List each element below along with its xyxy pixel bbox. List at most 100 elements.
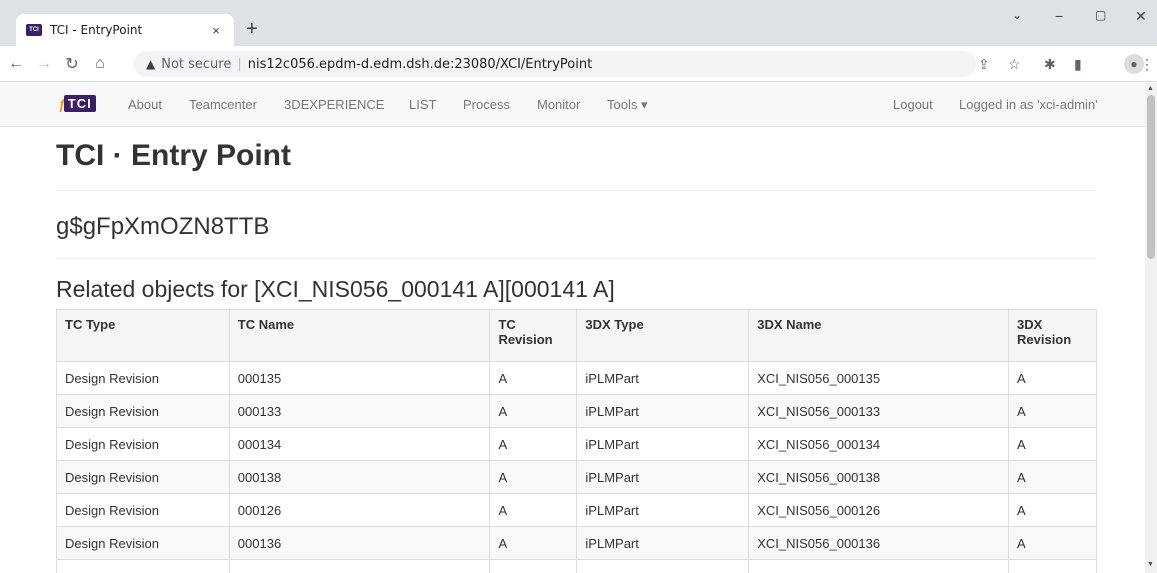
page-title-text: · Entry Point [104, 139, 291, 172]
column-header-3dx-name: 3DX Name [748, 309, 1009, 362]
table-row: Design Revision 000133 A iPLMPart XCI_NI… [56, 394, 1097, 428]
cell-3dx-name: XCI_NIS056_000133 [748, 394, 1009, 428]
cell-3dx-type: iPLMPart [576, 427, 750, 461]
reload-icon[interactable]: ↻ [60, 54, 84, 74]
cell-tc-name: 000126 [228, 493, 491, 527]
cell-3dx-name: XCI_NIS056_000135 [748, 361, 1009, 395]
profile-avatar-icon[interactable]: ● [1124, 54, 1144, 74]
browser-tabstrip: TCI TCI - EntryPoint × + ⌄ − ▢ ✕ [0, 0, 1157, 46]
minimize-button[interactable]: − [1055, 8, 1063, 24]
column-header-tc-revision: TC Revision [489, 309, 578, 362]
cell-tc-revision: A [489, 361, 578, 395]
table-row: Design Revision 000135 A iPLMPart XCI_NI… [56, 361, 1097, 395]
cell-3dx-type: iPLMPart [576, 394, 750, 428]
maximize-button[interactable]: ▢ [1095, 8, 1106, 22]
cell-tc-type: Design Revision [56, 427, 230, 461]
scroll-down-icon[interactable]: ▼ [1147, 561, 1154, 568]
tab-search-icon[interactable]: ⌄ [1012, 8, 1022, 22]
cell-tc-revision [489, 559, 578, 573]
table-row: Design Revision 000136 A iPLMPart XCI_NI… [56, 526, 1097, 560]
browser-tab[interactable]: TCI TCI - EntryPoint × [16, 14, 234, 46]
cell-3dx-revision: A [1008, 460, 1097, 494]
logged-in-user: Logged in as 'xci-admin' [959, 97, 1098, 112]
cell-tc-type [56, 559, 230, 573]
table-row [56, 559, 1097, 573]
table-row: Design Revision 000134 A iPLMPart XCI_NI… [56, 427, 1097, 461]
cell-3dx-revision [1008, 559, 1097, 573]
cell-tc-type: Design Revision [56, 361, 230, 395]
cell-3dx-type [576, 559, 750, 573]
cell-tc-type: Design Revision [56, 493, 230, 527]
close-tab-icon[interactable]: × [208, 23, 224, 38]
page-scrollbar[interactable]: ▲ ▼ [1145, 83, 1157, 573]
cell-3dx-type: iPLMPart [576, 493, 750, 527]
logout-link[interactable]: Logout [893, 97, 933, 112]
browser-toolbar: ← → ↻ ⌂ ▲ Not secure | nis12c056.epdm-d.… [0, 46, 1157, 82]
bookmark-star-icon[interactable]: ☆ [1008, 56, 1021, 73]
cell-3dx-type: iPLMPart [576, 526, 750, 560]
scroll-up-icon[interactable]: ▲ [1147, 85, 1154, 92]
home-icon[interactable]: ⌂ [88, 55, 112, 73]
column-header-tc-type: TC Type [56, 309, 230, 362]
logo-text: TCI [63, 95, 96, 112]
column-header-3dx-revision: 3DX Revision [1008, 309, 1097, 362]
nav-link-teamcenter[interactable]: Teamcenter [189, 97, 257, 112]
cell-tc-revision: A [489, 526, 578, 560]
address-bar[interactable]: ▲ Not secure | nis12c056.epdm-d.edm.dsh.… [134, 51, 976, 77]
related-objects-table: TC Type TC Name TC Revision 3DX Type 3DX… [56, 309, 1097, 573]
cell-3dx-revision: A [1008, 427, 1097, 461]
nav-link-process[interactable]: Process [463, 97, 510, 112]
divider [56, 258, 1096, 259]
table-header-row: TC Type TC Name TC Revision 3DX Type 3DX… [56, 309, 1097, 362]
tab-title: TCI - EntryPoint [50, 23, 143, 37]
page-title-brand: TCI [56, 139, 105, 172]
extensions-icon[interactable]: ✱ [1044, 56, 1056, 73]
cell-tc-revision: A [489, 394, 578, 428]
cell-3dx-revision: A [1008, 361, 1097, 395]
nav-link-list[interactable]: LIST [409, 97, 436, 112]
cell-3dx-name: XCI_NIS056_000126 [748, 493, 1009, 527]
app-navbar: ƒ TCI About Teamcenter 3DEXPERIENCE LIST… [0, 83, 1145, 127]
related-objects-heading: Related objects for [XCI_NIS056_000141 A… [56, 276, 615, 302]
scrollbar-thumb[interactable] [1147, 95, 1155, 259]
cell-3dx-name: XCI_NIS056_000134 [748, 427, 1009, 461]
cell-tc-name: 000134 [228, 427, 491, 461]
close-window-button[interactable]: ✕ [1135, 8, 1147, 25]
cell-tc-name: 000138 [228, 460, 491, 494]
divider [56, 190, 1096, 191]
address-separator: | [237, 56, 242, 72]
nav-link-tools-dropdown[interactable]: Tools ▾ [607, 97, 648, 113]
tci-favicon-icon: TCI [26, 24, 42, 36]
nav-link-3dexperience[interactable]: 3DEXPERIENCE [284, 97, 384, 112]
not-secure-icon[interactable]: ▲ [146, 57, 155, 71]
cell-tc-name: 000133 [228, 394, 491, 428]
cell-tc-type: Design Revision [56, 460, 230, 494]
cell-tc-name: 000135 [228, 361, 491, 395]
back-icon[interactable]: ← [4, 55, 28, 73]
cell-tc-type: Design Revision [56, 394, 230, 428]
nav-link-monitor[interactable]: Monitor [537, 97, 580, 112]
forward-icon[interactable]: → [32, 55, 56, 73]
cell-3dx-name: XCI_NIS056_000138 [748, 460, 1009, 494]
url-text[interactable]: nis12c056.epdm-d.edm.dsh.de:23080/XCI/En… [248, 57, 592, 72]
tci-logo[interactable]: ƒ TCI [58, 95, 96, 112]
table-row: Design Revision 000126 A iPLMPart XCI_NI… [56, 493, 1097, 527]
security-label[interactable]: Not secure [161, 57, 231, 72]
cell-3dx-revision: A [1008, 394, 1097, 428]
column-header-tc-name: TC Name [228, 309, 491, 362]
cell-3dx-type: iPLMPart [576, 361, 750, 395]
side-panel-icon[interactable]: ▮ [1074, 56, 1082, 73]
column-header-3dx-type: 3DX Type [576, 309, 750, 362]
entry-id: g$gFpXmOZN8TTB [56, 213, 270, 240]
share-icon[interactable]: ⇪ [978, 56, 990, 73]
cell-3dx-type: iPLMPart [576, 460, 750, 494]
cell-3dx-name [748, 559, 1009, 573]
cell-tc-revision: A [489, 493, 578, 527]
cell-3dx-revision: A [1008, 493, 1097, 527]
nav-link-about[interactable]: About [128, 97, 162, 112]
page-viewport: ƒ TCI About Teamcenter 3DEXPERIENCE LIST… [0, 83, 1145, 573]
cell-tc-type: Design Revision [56, 526, 230, 560]
cell-tc-revision: A [489, 427, 578, 461]
page-title: TCI · Entry Point [56, 139, 291, 173]
new-tab-button[interactable]: + [246, 18, 258, 41]
